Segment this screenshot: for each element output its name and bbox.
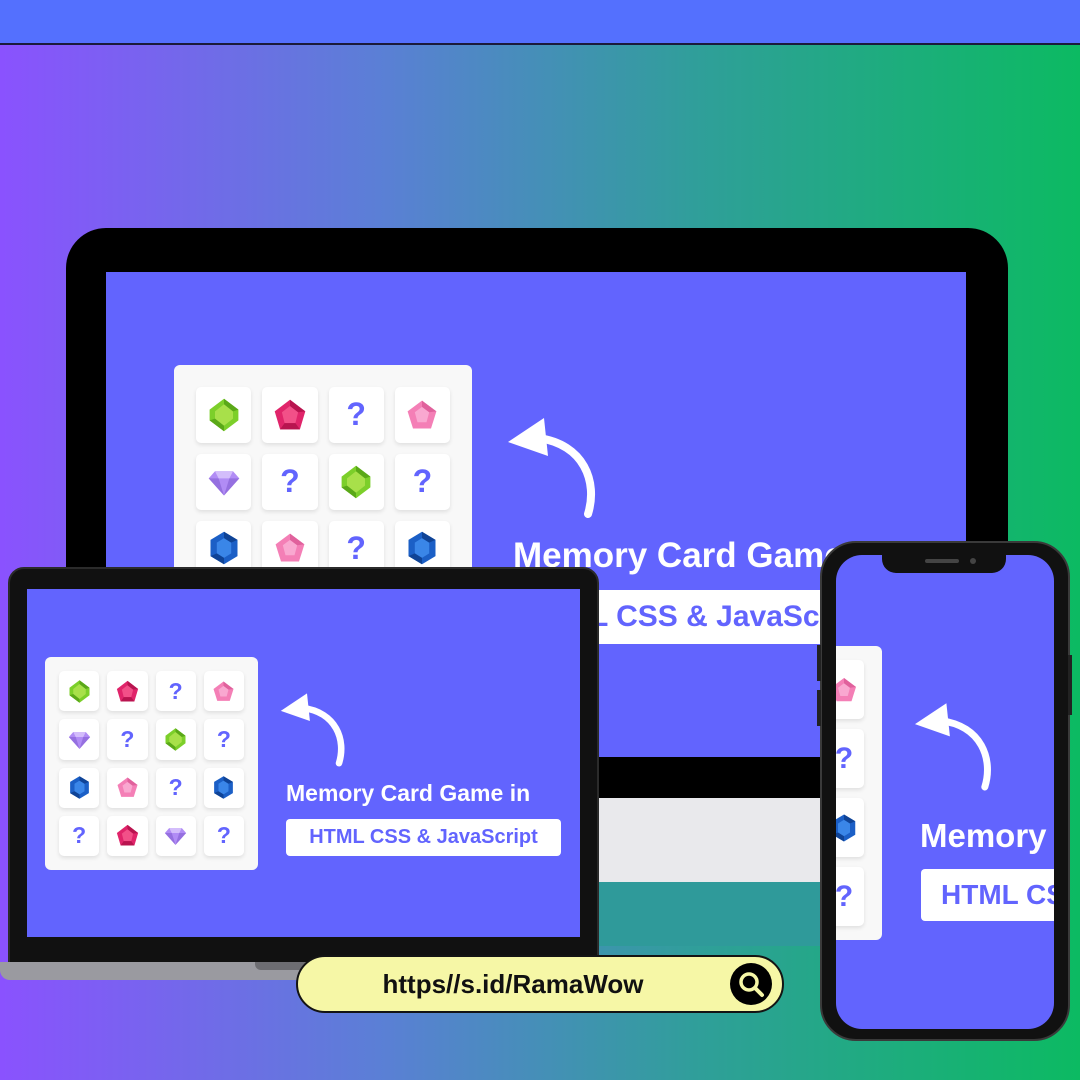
pink-gem-icon (272, 530, 308, 566)
green-gem-icon (67, 679, 92, 704)
phone-subtitle: HTML CS (921, 869, 1054, 921)
question-mark-icon: ? (168, 677, 183, 704)
revealed-card[interactable] (155, 719, 196, 760)
laptop-card-board: ?????? (45, 657, 258, 870)
blue-gem-icon (836, 813, 859, 843)
hidden-card[interactable]: ? (328, 387, 384, 443)
revealed-card[interactable] (203, 671, 244, 712)
revealed-card[interactable] (107, 767, 148, 808)
pink-gem-icon (115, 775, 140, 800)
question-mark-icon: ? (168, 774, 183, 801)
phone-card-board: ?? (836, 646, 882, 940)
question-mark-icon: ? (216, 822, 231, 849)
pink-gem-icon (836, 675, 859, 705)
question-mark-icon: ? (72, 822, 87, 849)
laptop-screen: ?????? Memory Card Game in HTML CSS & Ja… (27, 589, 580, 937)
hidden-card[interactable]: ? (107, 719, 148, 760)
red-gem-icon (272, 397, 308, 433)
phone-speaker (925, 559, 959, 563)
revealed-card[interactable] (155, 815, 196, 856)
purple-diamond-icon (163, 823, 188, 848)
top-strip (0, 0, 1080, 45)
pink-gem-icon (404, 397, 440, 433)
blue-gem-icon (67, 775, 92, 800)
curved-arrow-icon (280, 693, 345, 767)
revealed-card[interactable] (59, 671, 100, 712)
hidden-card[interactable]: ? (59, 815, 100, 856)
revealed-card[interactable] (196, 453, 252, 510)
question-mark-icon: ? (836, 879, 854, 913)
red-gem-icon (115, 679, 140, 704)
phone-side-button (817, 645, 821, 681)
revealed-card[interactable] (59, 767, 100, 808)
laptop-subtitle: HTML CSS & JavaScript (286, 819, 561, 856)
hidden-card[interactable]: ? (203, 719, 244, 760)
search-icon[interactable] (730, 963, 772, 1005)
hidden-card[interactable]: ? (203, 815, 244, 856)
revealed-card[interactable] (203, 767, 244, 808)
phone-side-button (817, 690, 821, 726)
laptop-title: Memory Card Game in (286, 780, 531, 806)
revealed-card[interactable] (59, 719, 100, 760)
question-mark-icon: ? (412, 463, 433, 500)
curved-arrow-icon (914, 703, 991, 791)
phone-screen: ?? Memory HTML CS (836, 555, 1054, 1029)
revealed-card[interactable] (262, 387, 318, 443)
phone-notch (882, 555, 1006, 573)
question-mark-icon: ? (836, 741, 854, 775)
green-gem-icon (163, 727, 188, 752)
purple-diamond-icon (206, 464, 242, 500)
purple-diamond-icon (67, 727, 92, 752)
monitor-stand-neck (575, 790, 825, 885)
revealed-card[interactable] (107, 815, 148, 856)
revealed-card[interactable] (107, 671, 148, 712)
hidden-card[interactable]: ? (155, 767, 196, 808)
revealed-card[interactable] (836, 798, 864, 857)
hidden-card[interactable]: ? (836, 729, 864, 788)
question-mark-icon: ? (216, 725, 231, 752)
phone-side-button (1068, 655, 1072, 715)
blue-gem-icon (404, 530, 440, 566)
hidden-card[interactable]: ? (262, 453, 318, 510)
revealed-card[interactable] (196, 387, 252, 443)
hidden-card[interactable]: ? (836, 867, 864, 926)
hidden-card[interactable]: ? (394, 453, 450, 510)
phone-title: Memory (920, 817, 1047, 854)
question-mark-icon: ? (346, 529, 366, 566)
phone-camera (970, 558, 976, 564)
revealed-card[interactable] (836, 660, 864, 719)
revealed-card[interactable] (328, 453, 384, 510)
blue-gem-icon (206, 530, 242, 566)
green-gem-icon (206, 397, 242, 433)
question-mark-icon: ? (346, 396, 366, 433)
blue-gem-icon (211, 775, 236, 800)
url-pill[interactable]: https//s.id/RamaWow (296, 955, 784, 1013)
curved-arrow-icon (508, 418, 596, 518)
monitor-stand-base (590, 882, 830, 946)
url-text[interactable]: https//s.id/RamaWow (298, 957, 728, 1011)
pink-gem-icon (211, 679, 236, 704)
question-mark-icon: ? (280, 463, 300, 500)
red-gem-icon (115, 823, 140, 848)
revealed-card[interactable] (394, 387, 450, 443)
hidden-card[interactable]: ? (155, 671, 196, 712)
question-mark-icon: ? (120, 725, 135, 752)
green-gem-icon (338, 464, 374, 500)
